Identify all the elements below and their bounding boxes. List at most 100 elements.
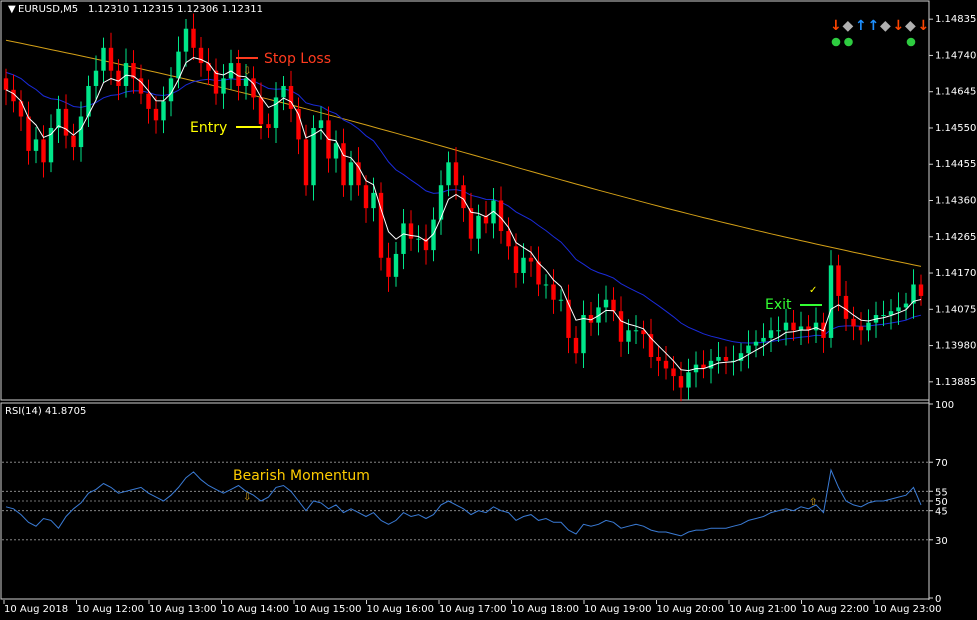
candle-body bbox=[686, 372, 691, 388]
candle-body bbox=[33, 139, 39, 151]
candle-body bbox=[671, 368, 676, 377]
entry-annotation: Entry bbox=[190, 120, 227, 136]
time-tick-label: 10 Aug 15:00 bbox=[294, 604, 361, 615]
price-tick-label: 1.14360 bbox=[935, 196, 976, 207]
candle-body bbox=[363, 185, 369, 209]
candle-body bbox=[461, 185, 466, 209]
candle-body bbox=[543, 284, 549, 286]
down-arrow-icon: ↓ bbox=[830, 18, 842, 34]
time-tick-label: 10 Aug 19:00 bbox=[584, 604, 651, 615]
down-arrow-icon: ↓ bbox=[893, 18, 905, 34]
exit-annotation: Exit bbox=[765, 297, 792, 313]
diamond-icon: ◆ bbox=[905, 18, 916, 34]
diamond-icon: ◆ bbox=[880, 18, 891, 34]
candle-body bbox=[446, 162, 451, 186]
exit-check-icon: ✓ bbox=[809, 285, 817, 296]
price-tick-label: 1.14740 bbox=[935, 50, 976, 61]
candle-body bbox=[633, 330, 639, 332]
candle-body bbox=[513, 246, 519, 274]
candle-body bbox=[551, 284, 556, 300]
candle-body bbox=[843, 295, 849, 319]
candle-body bbox=[333, 143, 339, 159]
rsi-plot-area[interactable] bbox=[2, 461, 928, 541]
price-tick-label: 1.13980 bbox=[935, 341, 976, 352]
candle-body bbox=[746, 345, 751, 354]
candle-body bbox=[663, 360, 669, 369]
candle-body bbox=[761, 337, 766, 342]
candle-body bbox=[176, 51, 181, 79]
rsi-down-arrow-icon: ⇩ bbox=[243, 492, 251, 503]
rsi-tick-label: 45 bbox=[935, 507, 948, 518]
candle-body bbox=[573, 337, 579, 354]
candle-body bbox=[311, 127, 316, 186]
rsi-line bbox=[5, 468, 922, 537]
candle-body bbox=[896, 307, 901, 312]
candle-body bbox=[453, 162, 459, 186]
candle-body bbox=[146, 93, 151, 109]
candle-body bbox=[78, 116, 84, 148]
rsi-panel-frame bbox=[0, 402, 930, 600]
candle-body bbox=[393, 253, 399, 277]
candle-body bbox=[288, 85, 294, 109]
time-tick-label: 10 Aug 13:00 bbox=[149, 604, 216, 615]
candle-body bbox=[348, 162, 354, 186]
candle-body bbox=[558, 299, 564, 301]
candle-body bbox=[401, 223, 406, 254]
candle-body bbox=[206, 63, 211, 71]
chart-header-triangle-icon[interactable]: ▼ bbox=[8, 4, 16, 15]
candle-body bbox=[191, 28, 196, 48]
candle-body bbox=[108, 47, 114, 71]
rsi-tick-label: 100 bbox=[935, 400, 954, 411]
candle-body bbox=[56, 108, 61, 128]
symbol-label: EURUSD,M5 bbox=[18, 4, 78, 15]
candle-body bbox=[303, 139, 309, 186]
price-tick-label: 1.14550 bbox=[935, 123, 976, 134]
candle-body bbox=[318, 120, 324, 128]
time-tick-label: 10 Aug 20:00 bbox=[657, 604, 724, 615]
candle-body bbox=[581, 315, 586, 354]
time-tick-label: 10 Aug 14:00 bbox=[222, 604, 289, 615]
candle-body bbox=[63, 108, 69, 136]
candle-body bbox=[791, 322, 796, 331]
price-tick-label: 1.14455 bbox=[935, 159, 976, 170]
candle-body bbox=[273, 97, 279, 128]
time-tick-label: 10 Aug 18:00 bbox=[512, 604, 579, 615]
candle-body bbox=[768, 330, 774, 338]
candle-body bbox=[813, 322, 819, 331]
candle-body bbox=[251, 78, 256, 98]
time-tick-label: 10 Aug 2018 bbox=[4, 604, 68, 615]
candle-body bbox=[41, 139, 46, 163]
rsi-up-arrow-icon: ⇧ bbox=[809, 497, 817, 508]
candle-body bbox=[26, 116, 31, 151]
candle-body bbox=[101, 47, 106, 71]
candle-body bbox=[611, 299, 616, 312]
candle-body bbox=[153, 108, 159, 121]
candle-body bbox=[476, 215, 481, 239]
candle-body bbox=[386, 257, 391, 277]
candle-body bbox=[221, 78, 226, 94]
price-tick-label: 1.14835 bbox=[935, 14, 976, 25]
candle-body bbox=[281, 85, 286, 98]
time-tick-label: 10 Aug 12:00 bbox=[77, 604, 144, 615]
price-plot-area[interactable] bbox=[3, 13, 924, 402]
candle-body bbox=[753, 341, 759, 346]
candle-body bbox=[123, 63, 129, 86]
candle-body bbox=[416, 238, 421, 240]
candle-body bbox=[851, 318, 856, 327]
candle-body bbox=[618, 311, 624, 342]
candle-body bbox=[258, 97, 264, 125]
time-tick-label: 10 Aug 22:00 bbox=[802, 604, 869, 615]
rsi-tick-label: 70 bbox=[935, 458, 948, 469]
rsi-header-label: RSI(14) 41.8705 bbox=[5, 406, 86, 417]
slow-moving-average-line bbox=[5, 39, 922, 267]
price-tick-label: 1.14075 bbox=[935, 304, 976, 315]
candle-body bbox=[161, 101, 166, 121]
candle-body bbox=[716, 357, 721, 361]
candle-body bbox=[723, 357, 729, 361]
candle-body bbox=[783, 322, 789, 331]
candle-body bbox=[341, 143, 346, 186]
chart-window[interactable]: 1.14835 1.14740 1.14645 1.14550 1.14455 1.143… bbox=[0, 0, 977, 620]
candle-body bbox=[71, 135, 76, 148]
up-arrow-icon: ↑ bbox=[855, 18, 867, 34]
candle-body bbox=[266, 124, 271, 128]
